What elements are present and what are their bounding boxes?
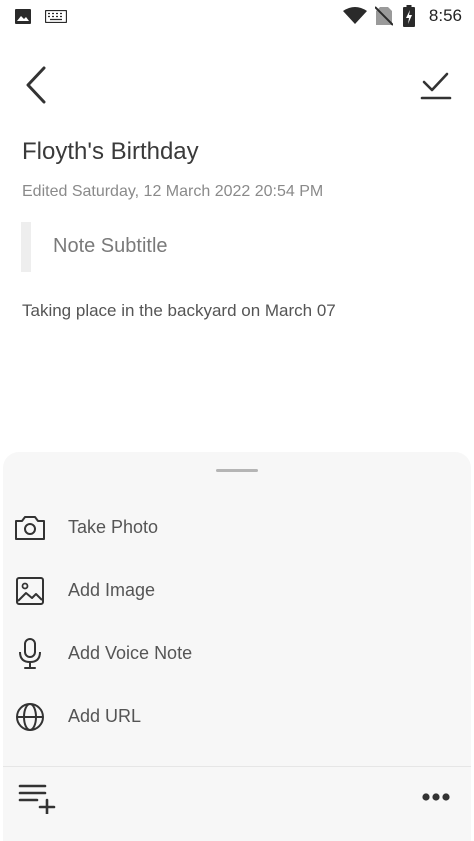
note-body[interactable]: Taking place in the backyard on March 07 xyxy=(22,301,336,321)
add-image-item[interactable]: Add Image xyxy=(3,566,471,616)
add-voice-note-item[interactable]: Add Voice Note xyxy=(3,629,471,679)
wifi-icon xyxy=(343,7,367,24)
note-edited-timestamp: Edited Saturday, 12 March 2022 20:54 PM xyxy=(22,183,324,200)
add-url-label: Add URL xyxy=(68,706,142,726)
status-bar: 8:56 xyxy=(0,0,474,34)
no-sim-icon xyxy=(375,6,393,26)
bottom-sheet: Take Photo Add Image Add Voice Note Add … xyxy=(3,452,471,841)
image-icon xyxy=(15,9,31,24)
add-image-label: Add Image xyxy=(68,580,156,600)
top-toolbar xyxy=(0,60,474,110)
more-options-icon[interactable] xyxy=(415,786,455,808)
status-time: 8:56 xyxy=(428,6,462,25)
checkmark-icon[interactable] xyxy=(419,69,453,101)
take-photo-item[interactable]: Take Photo xyxy=(3,503,471,553)
add-list-icon[interactable] xyxy=(17,780,57,814)
note-subtitle-field[interactable]: Note Subtitle xyxy=(21,222,451,272)
sheet-divider xyxy=(3,766,471,767)
add-voice-note-label: Add Voice Note xyxy=(68,643,193,663)
note-subtitle-placeholder: Note Subtitle xyxy=(53,235,168,257)
camera-icon xyxy=(15,516,45,540)
back-arrow-icon[interactable] xyxy=(22,66,52,104)
take-photo-label: Take Photo xyxy=(68,517,159,537)
globe-icon xyxy=(16,703,44,731)
battery-charging-icon xyxy=(403,5,415,27)
image-icon xyxy=(16,577,44,605)
sheet-drag-handle[interactable] xyxy=(216,469,258,472)
subtitle-indicator-bar xyxy=(21,222,31,272)
add-url-item[interactable]: Add URL xyxy=(3,692,471,742)
keyboard-icon xyxy=(45,10,67,23)
microphone-icon xyxy=(19,638,41,669)
note-title[interactable]: Floyth's Birthday xyxy=(22,138,199,166)
